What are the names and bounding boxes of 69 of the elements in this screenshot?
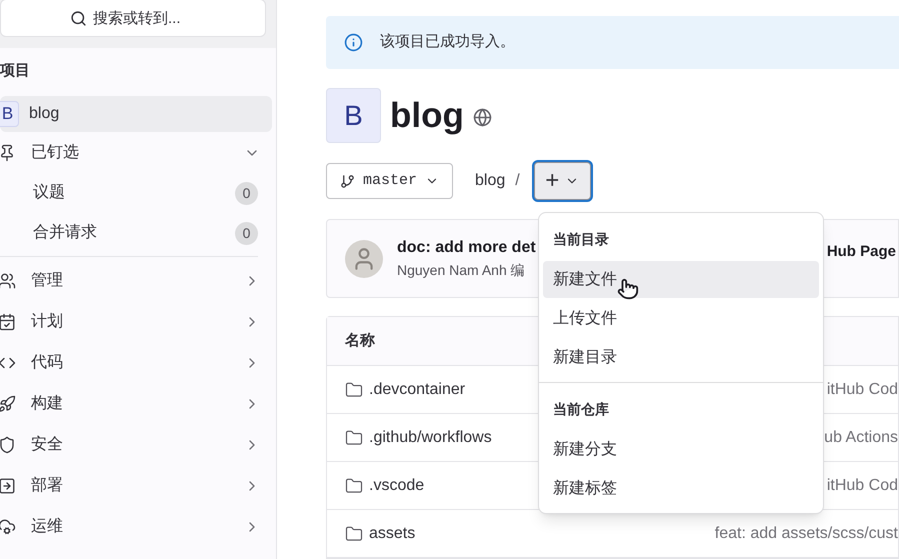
path-separator: / [515, 171, 520, 192]
sidebar-item[interactable]: 合并请求 0 [0, 213, 272, 253]
rocket-icon [0, 394, 16, 412]
globe-icon [472, 108, 492, 128]
branch-icon [340, 174, 355, 189]
sidebar-item[interactable]: 议题 0 [0, 173, 272, 213]
file-link[interactable]: .github/workflows [369, 426, 492, 450]
sidebar-item[interactable]: 安全 [0, 424, 272, 465]
folder-icon [345, 380, 363, 398]
sidebar-label: 运维 [31, 516, 64, 536]
search-field[interactable]: 搜索或转到... [0, 0, 266, 37]
folder-icon [345, 428, 363, 446]
sidebar-item[interactable]: 部署 [0, 465, 272, 506]
menu-heading: 当前目录 [552, 230, 610, 248]
commit-title[interactable]: Hub Page [826, 241, 896, 264]
alert-text: 该项目已成功导入。 [380, 32, 515, 52]
commit-message[interactable]: ub Actions [824, 426, 898, 450]
file-link[interactable]: .devcontainer [369, 378, 466, 402]
menu-heading: 当前仓库 [552, 400, 610, 418]
cloud-icon [0, 518, 16, 536]
menu-item[interactable]: 新建目录 [543, 339, 819, 376]
menu-item[interactable]: 上传文件 [543, 300, 819, 337]
count-badge: 0 [235, 222, 258, 244]
file-link[interactable]: assets [369, 522, 416, 546]
sidebar-item[interactable]: 代码 [0, 342, 272, 383]
folder-icon [345, 524, 363, 542]
section-title: 项目 [0, 61, 31, 81]
project-avatar: B [326, 88, 381, 144]
pin-icon [0, 144, 16, 162]
sidebar-item[interactable]: 运维 [0, 506, 272, 547]
sidebar-label: 构建 [31, 394, 64, 414]
column-header: 名称 [345, 330, 375, 351]
sidebar-label: 管理 [31, 270, 64, 290]
commit-author: Nguyen Nam Anh 编 [397, 261, 526, 280]
breadcrumb-link[interactable]: blog [475, 169, 506, 194]
sidebar-item[interactable]: B blog [0, 96, 272, 132]
sidebar-item[interactable]: 管理 [0, 260, 272, 301]
sidebar-label: 安全 [31, 434, 64, 454]
sidebar-label: 部署 [31, 476, 64, 496]
deploy-icon [0, 476, 16, 494]
count-badge: 0 [235, 182, 258, 204]
sidebar-label: 计划 [31, 312, 64, 332]
users-icon [0, 272, 16, 290]
add-button[interactable]: + [534, 162, 591, 200]
info-icon [344, 33, 363, 52]
sidebar-item[interactable]: 计划 [0, 301, 272, 342]
menu-item[interactable]: 新建标签 [543, 470, 819, 507]
file-link[interactable]: .vscode [369, 474, 424, 498]
hand-cursor-icon [617, 278, 639, 300]
folder-icon [345, 476, 363, 494]
menu-item[interactable]: 新建分支 [543, 431, 819, 468]
menu-item[interactable]: 新建文件 [543, 261, 819, 298]
search-icon [70, 10, 87, 27]
sidebar-item[interactable]: 已钉选 [0, 132, 272, 173]
shield-icon [0, 436, 16, 454]
branch-button[interactable]: master [326, 163, 453, 200]
project-title: blog [390, 94, 464, 137]
commit-message[interactable]: feat: add assets/scss/cust [714, 522, 898, 546]
calendar-icon [0, 312, 16, 330]
sidebar-label: 合并请求 [33, 222, 98, 243]
commit-message[interactable]: itHub Cod [826, 378, 898, 402]
sidebar-label: 代码 [31, 352, 64, 372]
sidebar-item[interactable]: 构建 [0, 383, 272, 424]
sidebar-label: 已钉选 [31, 142, 80, 162]
project-avatar: B [0, 101, 19, 127]
commit-message[interactable]: itHub Cod [826, 474, 898, 498]
commit-title[interactable]: doc: add more det [397, 236, 536, 260]
sidebar-label: blog [29, 104, 60, 124]
sidebar-label: 议题 [33, 182, 66, 203]
